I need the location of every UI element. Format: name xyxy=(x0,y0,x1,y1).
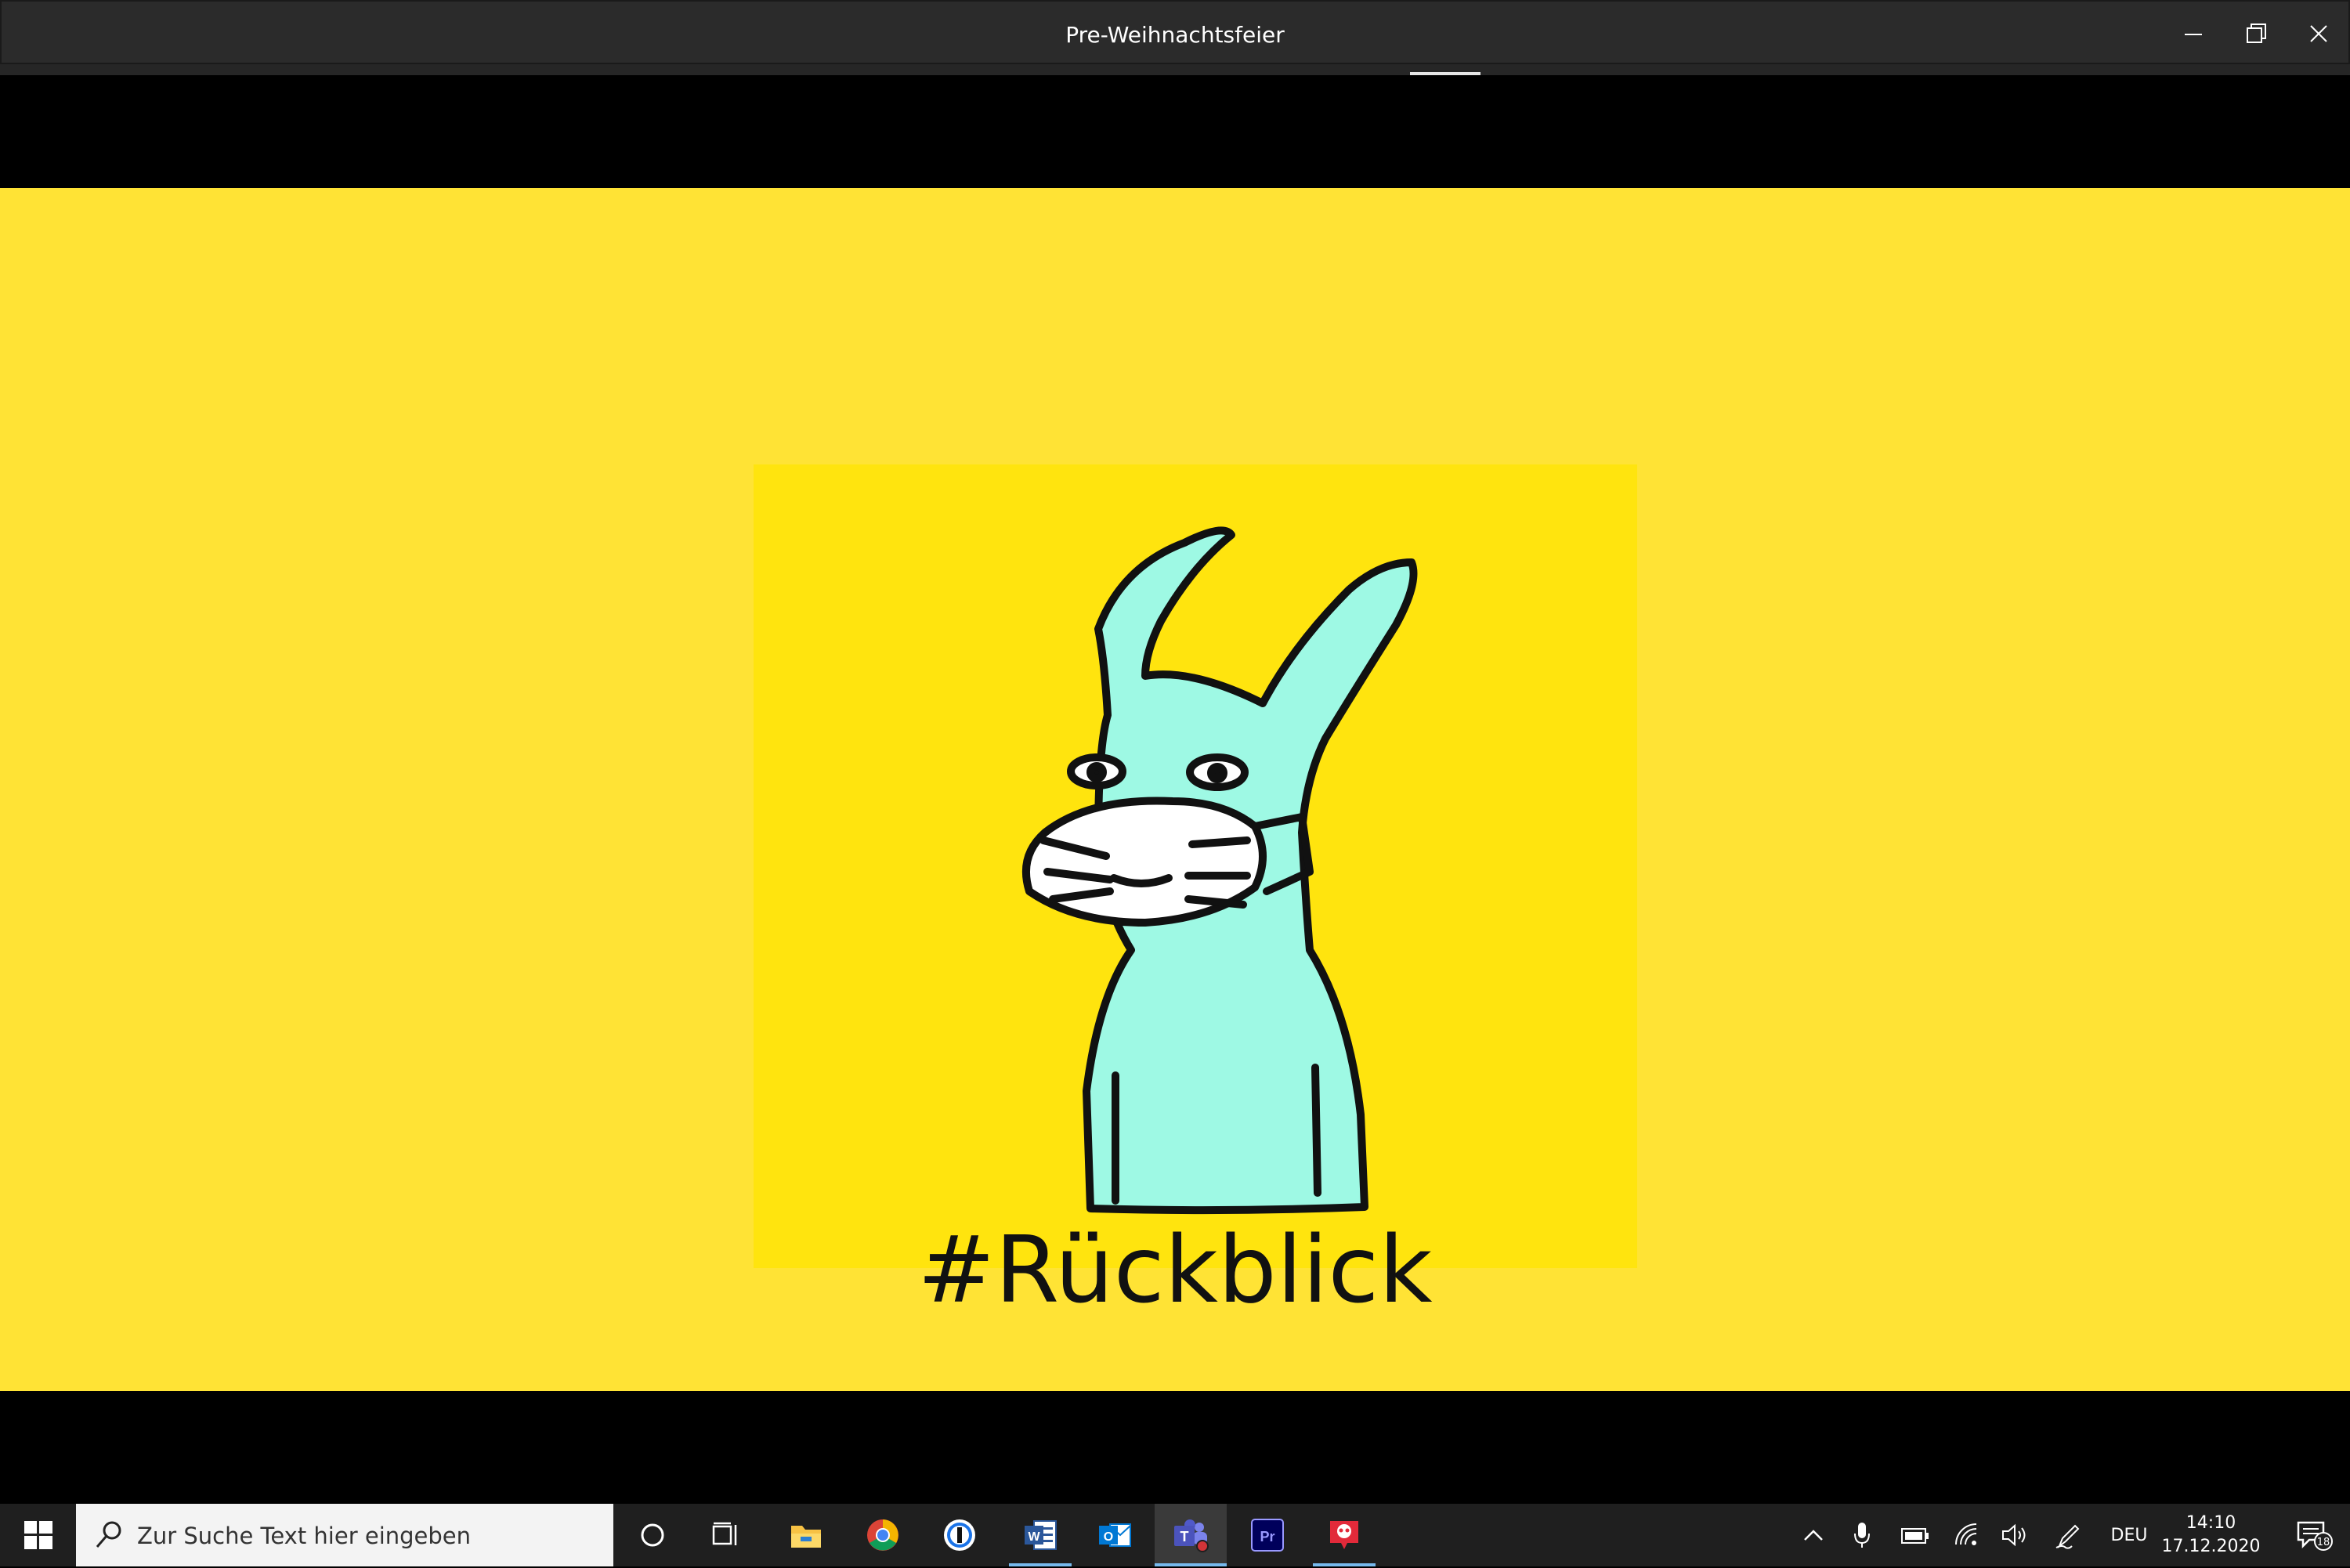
svg-text:W: W xyxy=(1028,1530,1040,1544)
minimize-button[interactable] xyxy=(2162,2,2225,66)
task-view-button[interactable] xyxy=(700,1504,752,1566)
cortana-icon xyxy=(641,1523,664,1547)
task-view-icon xyxy=(712,1522,737,1545)
windows-icon xyxy=(24,1521,52,1549)
speaker-icon xyxy=(2002,1523,2026,1547)
battery-icon xyxy=(1901,1528,1929,1544)
start-button[interactable] xyxy=(0,1504,76,1566)
search-placeholder: Zur Suche Text hier eingeben xyxy=(137,1523,472,1549)
word-icon: W xyxy=(1025,1520,1057,1550)
microphone-icon xyxy=(1854,1523,1870,1548)
red-app-button[interactable] xyxy=(1313,1504,1376,1566)
teams-icon: T xyxy=(1174,1519,1209,1552)
file-explorer-icon xyxy=(791,1526,821,1548)
premiere-pro-icon: Pr xyxy=(1251,1519,1284,1552)
chevron-up-icon xyxy=(1804,1530,1823,1541)
wifi-icon xyxy=(1955,1523,1977,1545)
input-language[interactable]: DEU xyxy=(2107,1504,2151,1566)
svg-text:T: T xyxy=(1180,1529,1189,1545)
svg-text:O: O xyxy=(1104,1530,1113,1544)
active-indicator xyxy=(1155,1563,1227,1566)
shared-slide: #Rückblick xyxy=(0,188,2350,1391)
notification-icon: 18 xyxy=(2297,1521,2333,1551)
close-icon xyxy=(2310,25,2327,42)
hover-indicator xyxy=(1410,72,1480,75)
toolbar-strip xyxy=(0,64,2350,75)
active-indicator xyxy=(1009,1563,1072,1566)
microphone-button[interactable] xyxy=(1842,1504,1882,1566)
clock[interactable]: 14:10 17.12.2020 xyxy=(2158,1504,2264,1566)
notification-count: 18 xyxy=(2317,1537,2330,1548)
pen-workspace-button[interactable] xyxy=(2048,1504,2090,1566)
pen-icon xyxy=(2055,1524,2080,1549)
show-hidden-icons-button[interactable] xyxy=(1794,1504,1833,1566)
outlook-button[interactable]: O xyxy=(1089,1504,1141,1566)
premiere-pro-button[interactable]: Pr xyxy=(1242,1504,1293,1566)
slide-heading: #Rückblick xyxy=(917,1216,1433,1324)
network-button[interactable] xyxy=(1946,1504,1988,1566)
1password-button[interactable] xyxy=(934,1504,985,1566)
chrome-button[interactable] xyxy=(857,1504,909,1566)
svg-text:Pr: Pr xyxy=(1260,1529,1274,1545)
cortana-button[interactable] xyxy=(627,1504,678,1566)
restore-icon xyxy=(2247,23,2266,43)
window-titlebar: Pre-Weihnachtsfeier xyxy=(0,0,2350,64)
restore-button[interactable] xyxy=(2225,2,2287,66)
file-explorer-button[interactable] xyxy=(780,1504,832,1566)
bunny-illustration xyxy=(754,464,1637,1268)
word-button[interactable]: W xyxy=(1009,1504,1072,1566)
clock-time: 14:10 xyxy=(2186,1513,2236,1533)
search-box[interactable]: Zur Suche Text hier eingeben xyxy=(76,1504,613,1566)
volume-button[interactable] xyxy=(1994,1504,2037,1566)
close-button[interactable] xyxy=(2287,2,2350,66)
active-indicator xyxy=(1313,1563,1376,1566)
action-center-button[interactable]: 18 xyxy=(2280,1504,2350,1566)
window-title: Pre-Weihnachtsfeier xyxy=(1065,22,1285,48)
outlook-icon: O xyxy=(1099,1523,1131,1547)
battery-button[interactable] xyxy=(1894,1504,1936,1566)
teams-button[interactable]: T xyxy=(1155,1504,1227,1566)
1password-icon xyxy=(944,1519,975,1551)
clock-date: 17.12.2020 xyxy=(2161,1537,2261,1556)
search-icon xyxy=(96,1521,121,1548)
chrome-icon xyxy=(867,1519,898,1551)
taskbar: Zur Suche Text hier eingeben W O T Pr DE… xyxy=(0,1504,2350,1566)
minimize-icon xyxy=(2185,34,2202,35)
red-app-icon xyxy=(1330,1521,1358,1549)
